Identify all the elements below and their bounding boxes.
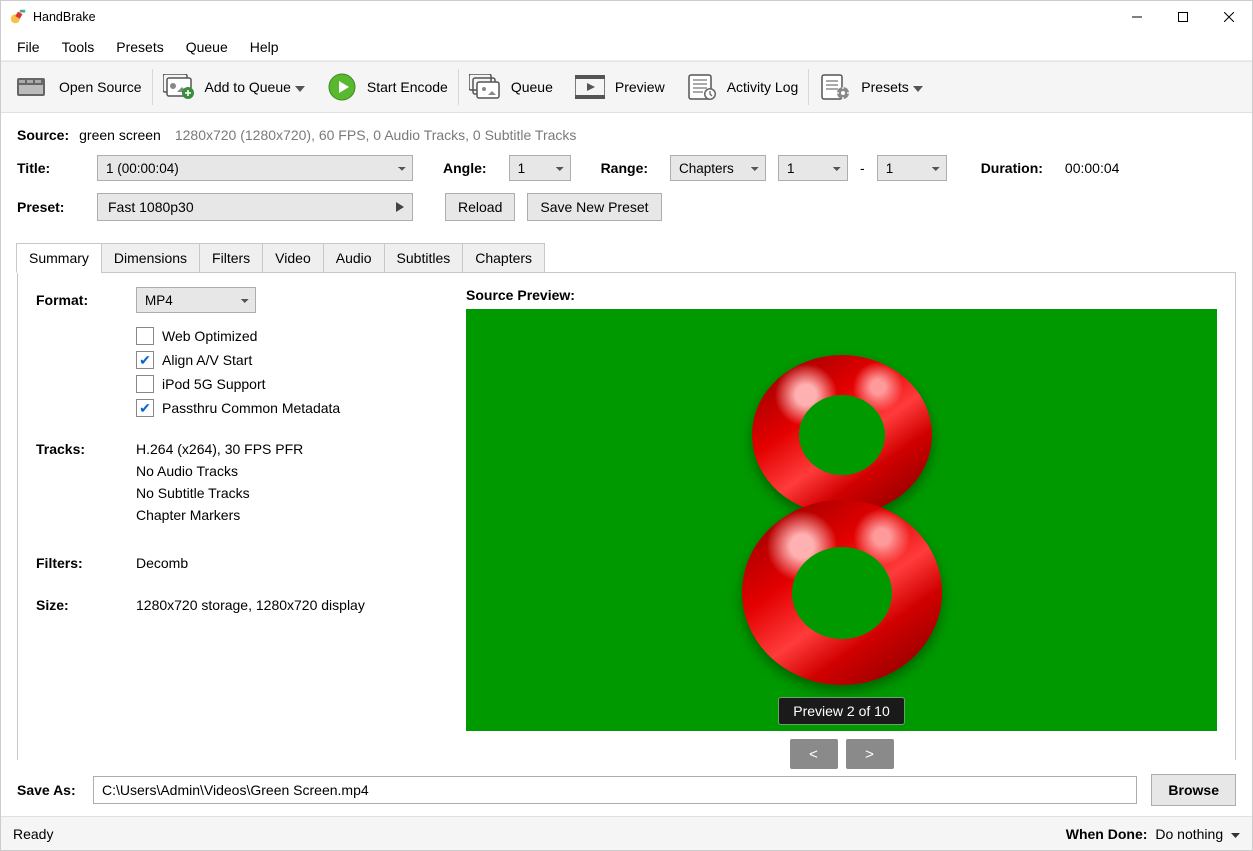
preset-dropdown-icon: [396, 200, 404, 215]
menu-presets[interactable]: Presets: [106, 35, 173, 59]
open-source-button[interactable]: Open Source: [7, 62, 152, 112]
angle-select[interactable]: 1: [509, 155, 571, 181]
preview-button[interactable]: Preview: [563, 62, 675, 112]
check-passthru-metadata[interactable]: Passthru Common Metadata: [136, 399, 436, 417]
add-to-queue-label: Add to Queue: [205, 79, 291, 95]
add-to-queue-dropdown-icon[interactable]: [295, 80, 305, 95]
presets-label: Presets: [861, 79, 908, 95]
preview-prev-button[interactable]: <: [790, 739, 838, 769]
range-from-select[interactable]: 1: [778, 155, 848, 181]
range-label: Range:: [601, 160, 648, 176]
maximize-button[interactable]: [1160, 1, 1206, 33]
duration-value: 00:00:04: [1065, 160, 1120, 176]
titlebar: HandBrake: [1, 1, 1252, 33]
tab-subtitles[interactable]: Subtitles: [384, 243, 464, 273]
track-line: H.264 (x264), 30 FPS PFR: [136, 441, 436, 457]
content-area: Source: green screen 1280x720 (1280x720)…: [1, 113, 1252, 816]
activity-log-label: Activity Log: [727, 79, 799, 95]
source-label: Source:: [17, 127, 69, 143]
add-to-queue-icon: [163, 72, 197, 102]
preview-label: Preview: [615, 79, 665, 95]
activity-log-icon: [685, 72, 719, 102]
tab-dimensions[interactable]: Dimensions: [101, 243, 200, 273]
source-details: 1280x720 (1280x720), 60 FPS, 0 Audio Tra…: [175, 127, 577, 143]
track-line: Chapter Markers: [136, 507, 436, 523]
angle-label: Angle:: [443, 160, 487, 176]
check-web-optimized[interactable]: Web Optimized: [136, 327, 436, 345]
close-button[interactable]: [1206, 1, 1252, 33]
chevron-down-icon: [1231, 826, 1240, 842]
queue-label: Queue: [511, 79, 553, 95]
queue-button[interactable]: Queue: [459, 62, 563, 112]
toolbar: Open Source Add to Queue Start Encode Qu…: [1, 61, 1252, 113]
presets-icon: [819, 72, 853, 102]
add-to-queue-button[interactable]: Add to Queue: [153, 62, 315, 112]
preview-icon: [573, 72, 607, 102]
play-icon: [325, 72, 359, 102]
tab-video[interactable]: Video: [262, 243, 324, 273]
activity-log-button[interactable]: Activity Log: [675, 62, 809, 112]
track-line: No Audio Tracks: [136, 463, 436, 479]
range-mode-select[interactable]: Chapters: [670, 155, 766, 181]
track-line: No Subtitle Tracks: [136, 485, 436, 501]
check-align-av-start[interactable]: Align A/V Start: [136, 351, 436, 369]
save-new-preset-button[interactable]: Save New Preset: [527, 193, 661, 221]
preset-label: Preset:: [17, 199, 75, 215]
duration-label: Duration:: [981, 160, 1043, 176]
menu-tools[interactable]: Tools: [52, 35, 105, 59]
tab-summary[interactable]: Summary: [16, 243, 102, 273]
presets-dropdown-icon[interactable]: [913, 80, 923, 95]
open-source-label: Open Source: [59, 79, 142, 95]
title-select[interactable]: 1 (00:00:04): [97, 155, 413, 181]
size-label: Size:: [36, 597, 136, 619]
queue-icon: [469, 72, 503, 102]
tracks-label: Tracks:: [36, 441, 136, 529]
range-dash: -: [860, 160, 865, 176]
start-encode-button[interactable]: Start Encode: [315, 62, 458, 112]
preset-value: Fast 1080p30: [108, 199, 194, 215]
status-bar: Ready When Done: Do nothing: [1, 816, 1252, 850]
menu-file[interactable]: File: [7, 35, 50, 59]
when-done-select[interactable]: Do nothing: [1155, 826, 1240, 842]
app-icon: [9, 8, 27, 26]
tab-pane: Format: MP4 Web Optimized Align A/V Star…: [17, 272, 1236, 760]
preview-content-eight: [722, 355, 962, 685]
preview-counter-badge: Preview 2 of 10: [778, 697, 905, 725]
save-as-input[interactable]: [93, 776, 1137, 804]
menu-help[interactable]: Help: [240, 35, 289, 59]
start-encode-label: Start Encode: [367, 79, 448, 95]
format-label: Format:: [36, 292, 136, 308]
status-text: Ready: [13, 826, 53, 842]
tab-row: Summary Dimensions Filters Video Audio S…: [16, 243, 1236, 273]
range-to-select[interactable]: 1: [877, 155, 947, 181]
reload-button[interactable]: Reload: [445, 193, 515, 221]
menubar: File Tools Presets Queue Help: [1, 33, 1252, 61]
save-as-label: Save As:: [17, 782, 83, 798]
format-select[interactable]: MP4: [136, 287, 256, 313]
window-title: HandBrake: [33, 10, 96, 24]
browse-button[interactable]: Browse: [1151, 774, 1236, 806]
source-name: green screen: [79, 127, 161, 143]
tab-filters[interactable]: Filters: [199, 243, 263, 273]
minimize-button[interactable]: [1114, 1, 1160, 33]
filters-value: Decomb: [136, 555, 436, 571]
preset-select[interactable]: Fast 1080p30: [97, 193, 413, 221]
when-done-label: When Done:: [1066, 826, 1148, 842]
size-value: 1280x720 storage, 1280x720 display: [136, 597, 436, 613]
menu-queue[interactable]: Queue: [176, 35, 238, 59]
tab-chapters[interactable]: Chapters: [462, 243, 545, 273]
title-label: Title:: [17, 160, 75, 176]
filters-label: Filters:: [36, 555, 136, 577]
preview-next-button[interactable]: >: [846, 739, 894, 769]
check-ipod-5g[interactable]: iPod 5G Support: [136, 375, 436, 393]
tab-audio[interactable]: Audio: [323, 243, 385, 273]
source-preview-label: Source Preview:: [466, 287, 1217, 303]
presets-button[interactable]: Presets: [809, 62, 932, 112]
open-source-icon: [17, 72, 51, 102]
source-preview-image: Preview 2 of 10: [466, 309, 1217, 731]
